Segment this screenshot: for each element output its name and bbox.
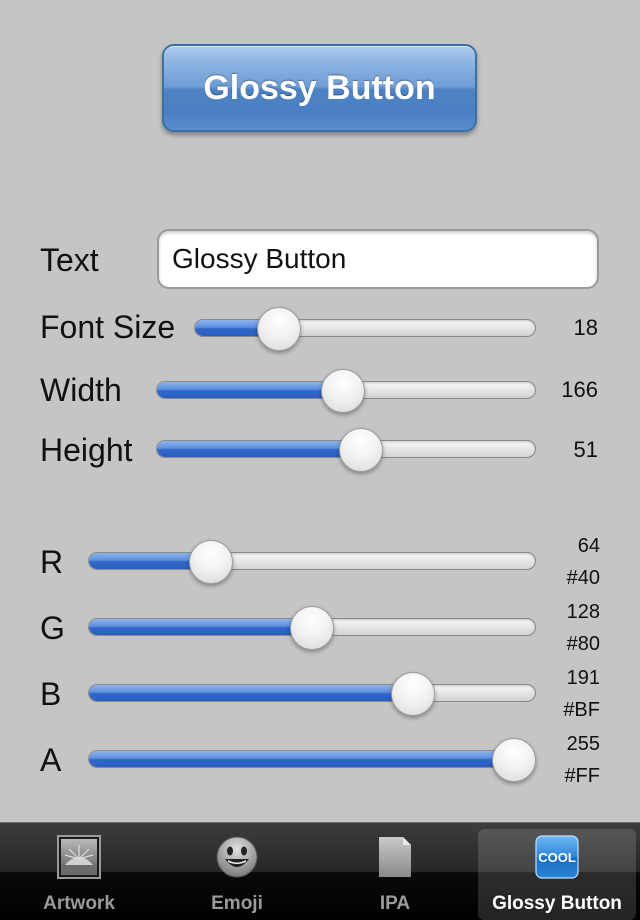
- tab-glossy-button[interactable]: COOL Glossy Button: [478, 829, 636, 920]
- cool-icon-text: COOL: [538, 850, 576, 865]
- tab-ipa[interactable]: IPA: [316, 823, 474, 920]
- green-label: G: [40, 610, 65, 646]
- font-size-slider-track: [194, 319, 536, 337]
- tab-bar: Artwork Emoji IPA COOL Glossy Button: [0, 822, 640, 920]
- alpha-label: A: [40, 742, 62, 778]
- blue-slider-fill: [89, 685, 414, 701]
- alpha-slider[interactable]: [88, 738, 536, 782]
- blue-slider-thumb[interactable]: [391, 672, 435, 716]
- tab-glossy-button-label: Glossy Button: [492, 893, 622, 914]
- height-slider-fill: [157, 441, 363, 457]
- cool-button-icon: COOL: [535, 835, 579, 879]
- blue-label: B: [40, 676, 62, 712]
- green-slider-thumb[interactable]: [290, 606, 334, 650]
- green-slider-fill: [89, 619, 313, 635]
- blue-decimal-value: 191: [566, 667, 600, 689]
- width-value: 166: [561, 377, 598, 402]
- glossy-preview-button[interactable]: Glossy Button: [162, 44, 477, 132]
- tab-emoji[interactable]: Emoji: [158, 823, 316, 920]
- height-value: 51: [573, 437, 598, 462]
- green-slider[interactable]: [88, 606, 536, 650]
- width-slider-thumb[interactable]: [320, 369, 365, 413]
- alpha-slider-track: [88, 750, 536, 768]
- green-hex-value: #80: [566, 633, 600, 655]
- width-slider-fill: [157, 382, 344, 398]
- artwork-icon: [57, 835, 101, 879]
- green-value: 128 #80: [567, 596, 600, 660]
- tab-artwork[interactable]: Artwork: [0, 823, 158, 920]
- alpha-decimal-value: 255: [566, 733, 600, 755]
- width-label: Width: [40, 372, 122, 408]
- blue-slider-track: [88, 684, 536, 702]
- tab-artwork-label: Artwork: [43, 893, 115, 914]
- red-slider-track: [88, 552, 536, 570]
- red-slider-thumb[interactable]: [189, 540, 233, 584]
- red-slider[interactable]: [88, 540, 536, 584]
- height-slider-thumb[interactable]: [339, 428, 384, 472]
- red-hex-value: #40: [566, 567, 600, 589]
- font-size-slider[interactable]: [194, 307, 536, 351]
- blue-value: 191 #BF: [563, 662, 600, 726]
- width-slider[interactable]: [156, 369, 536, 413]
- alpha-hex-value: #FF: [564, 765, 600, 787]
- glossy-preview-label: Glossy Button: [203, 68, 436, 107]
- font-size-label: Font Size: [40, 309, 176, 345]
- tab-emoji-label: Emoji: [211, 893, 263, 914]
- height-slider[interactable]: [156, 428, 536, 472]
- red-decimal-value: 64: [577, 535, 600, 557]
- red-label: R: [40, 544, 64, 580]
- tab-ipa-label: IPA: [379, 893, 411, 914]
- text-label: Text: [40, 242, 99, 278]
- red-value: 64 #40: [567, 530, 600, 594]
- font-size-slider-thumb[interactable]: [256, 307, 301, 351]
- height-label: Height: [40, 432, 133, 468]
- blue-hex-value: #BF: [563, 699, 600, 721]
- alpha-slider-thumb[interactable]: [492, 738, 536, 782]
- green-decimal-value: 128: [566, 601, 600, 623]
- text-input[interactable]: [157, 229, 599, 289]
- ipa-document-icon: [373, 835, 417, 879]
- emoji-icon: [215, 835, 259, 879]
- font-size-value: 18: [573, 315, 598, 340]
- alpha-value: 255 #FF: [564, 728, 600, 792]
- alpha-slider-fill: [89, 751, 515, 767]
- blue-slider[interactable]: [88, 672, 536, 716]
